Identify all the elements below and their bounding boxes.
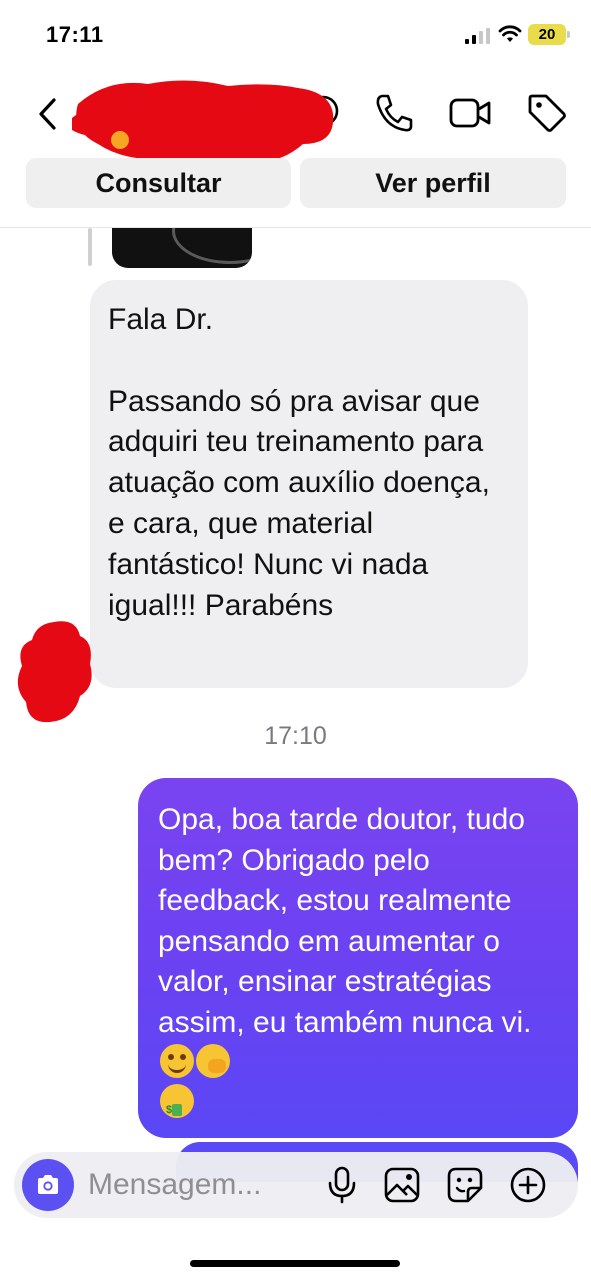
microphone-icon[interactable] (326, 1166, 358, 1204)
incoming-message-text: Fala Dr. Passando só pra avisar que adqu… (108, 303, 490, 622)
back-chevron-icon[interactable] (34, 96, 62, 132)
camera-icon (38, 1175, 58, 1194)
reply-indicator-bar (88, 228, 92, 266)
camera-button[interactable] (22, 1159, 74, 1211)
home-indicator[interactable] (190, 1260, 400, 1267)
wifi-icon (498, 25, 522, 42)
phone-call-icon[interactable] (373, 92, 415, 134)
shared-image-thumbnail[interactable] (112, 228, 252, 268)
profile-actions: Consultar Ver perfil (26, 158, 566, 208)
money-mouth-face-emoji-icon (160, 1084, 194, 1131)
message-input[interactable] (88, 1164, 308, 1206)
status-bar: 17:11 20 (0, 0, 591, 70)
consultar-button[interactable]: Consultar (26, 158, 291, 208)
incoming-message-bubble[interactable]: Fala Dr. Passando só pra avisar que adqu… (90, 280, 528, 688)
tag-icon[interactable] (526, 92, 568, 134)
chat-header (0, 70, 591, 163)
sticker-icon[interactable] (446, 1166, 484, 1204)
add-plus-icon[interactable] (509, 1166, 547, 1204)
message-composer (14, 1152, 578, 1218)
face-with-hand-over-mouth-emoji-icon (196, 1043, 230, 1078)
signal-icon (465, 28, 490, 44)
redacted-avatar (17, 621, 92, 723)
message-timestamp: 17:10 (264, 722, 327, 750)
smiling-face-emoji-icon (160, 1043, 194, 1078)
outgoing-message-text: Opa, boa tarde doutor, tudo bem? Obrigad… (158, 803, 532, 1039)
status-time: 17:11 (46, 22, 104, 47)
gallery-icon[interactable] (383, 1166, 421, 1204)
video-call-icon[interactable] (448, 94, 492, 132)
ver-perfil-button[interactable]: Ver perfil (300, 158, 566, 208)
outgoing-message-content: Opa, boa tarde doutor, tudo bem? Obrigad… (158, 800, 558, 1131)
redacted-contact-name[interactable] (68, 74, 338, 166)
battery-indicator: 20 (528, 24, 570, 45)
outgoing-message-bubble[interactable]: Opa, boa tarde doutor, tudo bem? Obrigad… (138, 778, 578, 1138)
